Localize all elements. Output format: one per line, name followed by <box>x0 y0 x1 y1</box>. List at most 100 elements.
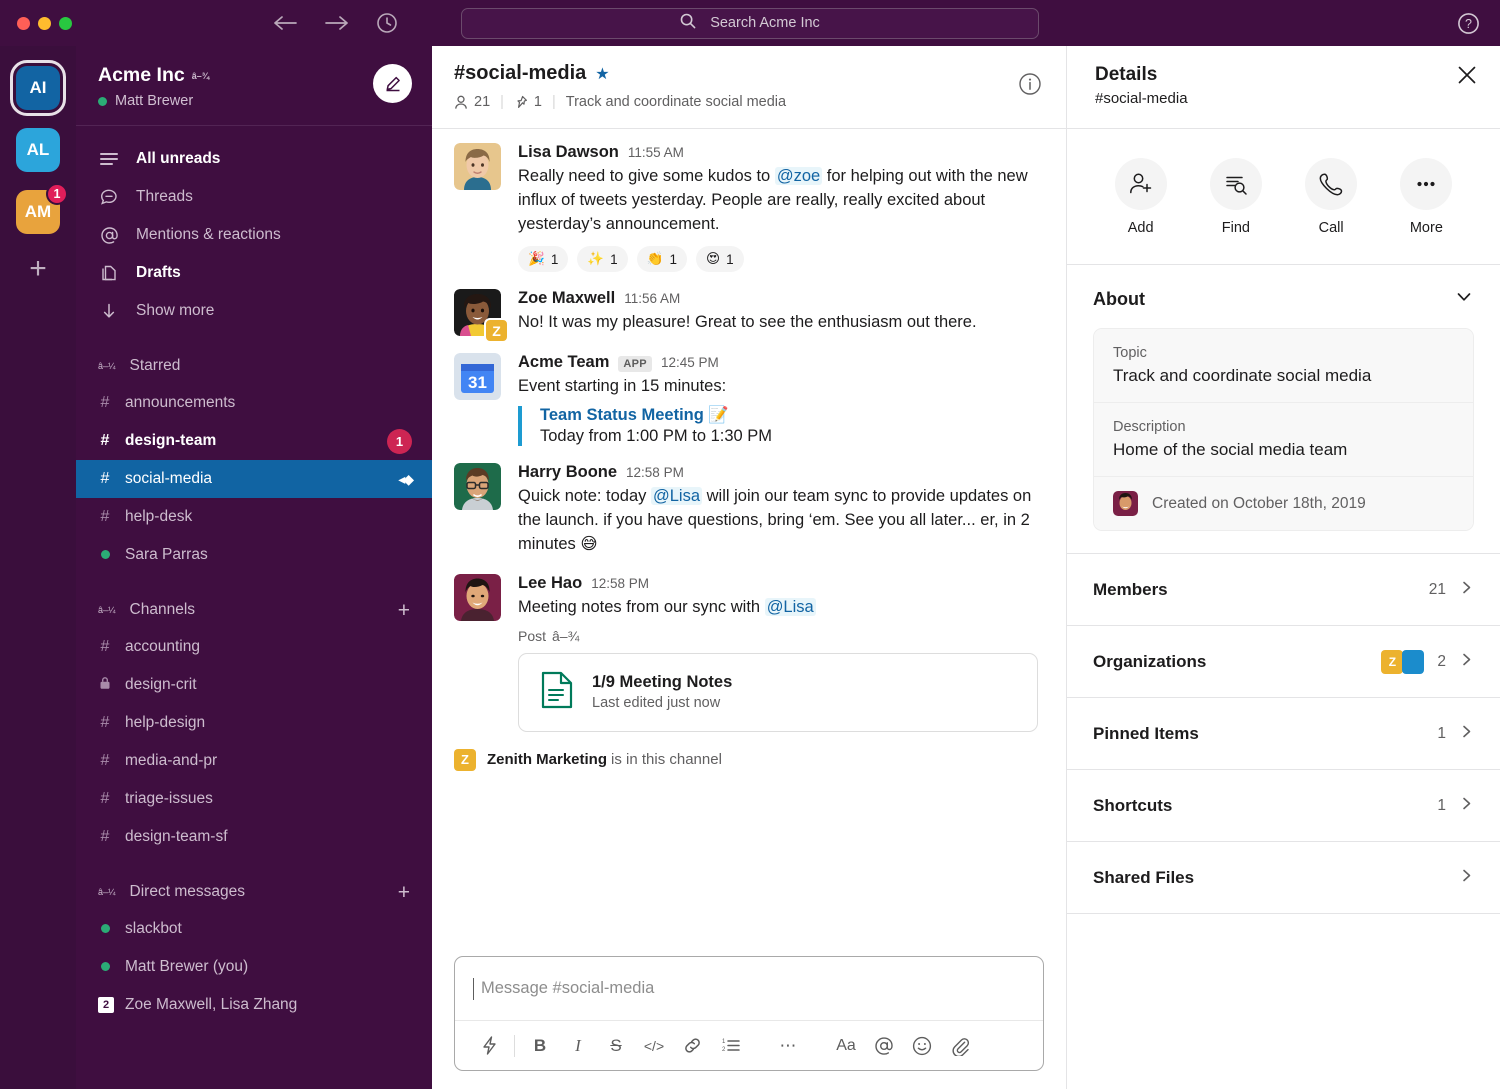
arrow-right-icon[interactable] <box>324 14 350 32</box>
avatar[interactable]: 31 <box>454 353 501 401</box>
sidebar-item-help-desk[interactable]: # help-desk <box>76 498 432 536</box>
channel-topic[interactable]: Track and coordinate social media <box>566 94 786 110</box>
member-count-button[interactable]: 21 <box>454 94 490 110</box>
chevron-down-icon[interactable] <box>1454 287 1474 312</box>
emoji-icon[interactable] <box>903 1027 941 1065</box>
section-header-starred[interactable]: â–¼ Starred <box>76 348 432 384</box>
description-item[interactable]: Description Home of the social media tea… <box>1094 403 1473 477</box>
person-icon <box>455 95 467 109</box>
sparkles-reaction[interactable]: ✨ 1 <box>577 246 628 273</box>
message-author[interactable]: Zoe Maxwell <box>518 289 615 308</box>
message-input[interactable]: Message #social-media <box>455 957 1043 1020</box>
text-format-icon[interactable]: Aa <box>827 1027 865 1065</box>
add-channel-button[interactable]: + <box>398 600 410 621</box>
more-button[interactable]: More <box>1400 157 1453 236</box>
message-author[interactable]: Acme Team <box>518 353 609 372</box>
party-popper-reaction[interactable]: 🎉 1 <box>518 246 569 273</box>
sidebar-item-slackbot[interactable]: slackbot <box>76 910 432 948</box>
more-formatting-icon[interactable]: ⋯ <box>769 1027 807 1065</box>
clap-reaction[interactable]: 👏 1 <box>636 246 687 273</box>
mention-icon[interactable] <box>865 1027 903 1065</box>
mention-link[interactable]: @Lisa <box>651 487 703 506</box>
mention-link[interactable]: @Lisa <box>764 597 816 616</box>
minimize-window-button[interactable] <box>38 16 51 30</box>
avatar[interactable] <box>454 463 501 511</box>
details-row-shared-files[interactable]: Shared Files <box>1067 842 1500 914</box>
clock-icon[interactable] <box>376 12 398 34</box>
question-circle-icon[interactable]: ? <box>1457 12 1480 35</box>
workspace-icon-am[interactable]: AM 1 <box>16 183 68 234</box>
details-row-pinned-items[interactable]: Pinned Items 1 <box>1067 698 1500 770</box>
section-header-channels[interactable]: â–¼ Channels + <box>76 592 432 628</box>
bold-icon[interactable]: B <box>521 1027 559 1065</box>
sidebar-item-media-and-pr[interactable]: # media-and-pr <box>76 742 432 780</box>
post-type-selector[interactable]: Post â–¾ <box>518 628 1044 644</box>
compose-icon[interactable] <box>373 64 412 103</box>
workspace-header[interactable]: Acme Inc â–¾ Matt Brewer <box>76 46 432 126</box>
workspace-name-button[interactable]: Acme Inc â–¾ <box>98 64 209 87</box>
message-author[interactable]: Lisa Dawson <box>518 143 619 162</box>
find-button[interactable]: Find <box>1209 157 1262 236</box>
link-icon[interactable] <box>673 1027 711 1065</box>
event-title-link[interactable]: Team Status Meeting 📝 <box>540 406 1044 425</box>
message-author[interactable]: Harry Boone <box>518 463 617 482</box>
close-icon[interactable] <box>1456 64 1478 128</box>
main-content: #social-media ★ 21 | 1 | Track and coord… <box>432 46 1066 1089</box>
sidebar-item-social-media[interactable]: # social-media ◂◆ <box>76 460 432 498</box>
avatar[interactable] <box>454 573 501 621</box>
sidebar-item-matt-brewer[interactable]: Matt Brewer (you) <box>76 948 432 986</box>
sidebar-item-accounting[interactable]: # accounting <box>76 628 432 666</box>
shortcuts-icon[interactable] <box>470 1027 508 1065</box>
heart-eyes-reaction[interactable]: 😍 1 <box>695 246 744 273</box>
avatar[interactable]: Z <box>454 289 509 344</box>
file-attachment-card[interactable]: 1/9 Meeting Notes Last edited just now <box>518 652 1038 732</box>
sidebar-item-announcements[interactable]: # announcements <box>76 384 432 422</box>
details-row-members[interactable]: Members 21 <box>1067 554 1500 626</box>
maximize-window-button[interactable] <box>59 16 72 30</box>
attachment-icon[interactable] <box>941 1027 979 1065</box>
hash-icon: # <box>100 828 110 845</box>
add-workspace-button[interactable]: + <box>29 254 47 284</box>
strikethrough-icon[interactable]: S <box>597 1027 635 1065</box>
sidebar-item-design-crit[interactable]: design-crit <box>76 666 432 704</box>
new-dm-button[interactable]: + <box>398 882 410 903</box>
sidebar-item-design-team[interactable]: # design-team 1 <box>76 422 432 460</box>
details-row-shortcuts[interactable]: Shortcuts 1 <box>1067 770 1500 842</box>
workspace-icon-al[interactable]: AL <box>16 128 60 172</box>
pinned-count-button[interactable]: 1 <box>514 94 542 110</box>
org-name[interactable]: Zenith Marketing <box>487 751 607 768</box>
sidebar-item-mentions-reactions[interactable]: Mentions & reactions <box>76 216 432 254</box>
close-window-button[interactable] <box>17 16 30 30</box>
sidebar-item-help-design[interactable]: # help-design <box>76 704 432 742</box>
details-row-organizations[interactable]: Organizations Z 2 <box>1067 626 1500 698</box>
sidebar-item-all-unreads[interactable]: All unreads <box>76 140 432 178</box>
topic-item[interactable]: Topic Track and coordinate social media <box>1094 329 1473 403</box>
code-icon[interactable]: </> <box>635 1027 673 1065</box>
sidebar-item-design-team-sf[interactable]: # design-team-sf <box>76 818 432 856</box>
mention-link[interactable]: @zoe <box>774 167 823 185</box>
workspace-icon-ai[interactable]: AI <box>10 60 66 116</box>
message-author[interactable]: Lee Hao <box>518 574 582 593</box>
sidebar-item-group-dm[interactable]: 2 Zoe Maxwell, Lisa Zhang <box>76 986 432 1024</box>
window-controls[interactable] <box>0 16 72 30</box>
sidebar-item-threads[interactable]: Threads <box>76 178 432 216</box>
chevron-right-icon <box>1459 724 1474 744</box>
page-title[interactable]: #social-media ★ <box>454 62 786 85</box>
sidebar-item-drafts[interactable]: Drafts <box>76 254 432 292</box>
add-member-button[interactable]: Add <box>1114 157 1167 236</box>
arrow-left-icon[interactable] <box>272 14 298 32</box>
sidebar-item-triage-issues[interactable]: # triage-issues <box>76 780 432 818</box>
section-header-direct-messages[interactable]: â–¼ Direct messages + <box>76 874 432 910</box>
channel-name: #social-media <box>454 62 587 84</box>
search-input[interactable]: Search Acme Inc <box>461 7 1039 39</box>
call-button[interactable]: Call <box>1305 157 1358 236</box>
about-header[interactable]: About <box>1093 287 1474 312</box>
star-icon[interactable]: ★ <box>595 64 609 84</box>
search-container[interactable]: Search Acme Inc <box>461 7 1039 39</box>
info-icon[interactable] <box>1018 72 1042 101</box>
avatar[interactable] <box>454 143 501 190</box>
ordered-list-icon[interactable]: 12 <box>711 1027 749 1065</box>
italic-icon[interactable]: I <box>559 1027 597 1065</box>
sidebar-item-sara-parras[interactable]: Sara Parras <box>76 536 432 574</box>
sidebar-item-show-more[interactable]: Show more <box>76 292 432 330</box>
